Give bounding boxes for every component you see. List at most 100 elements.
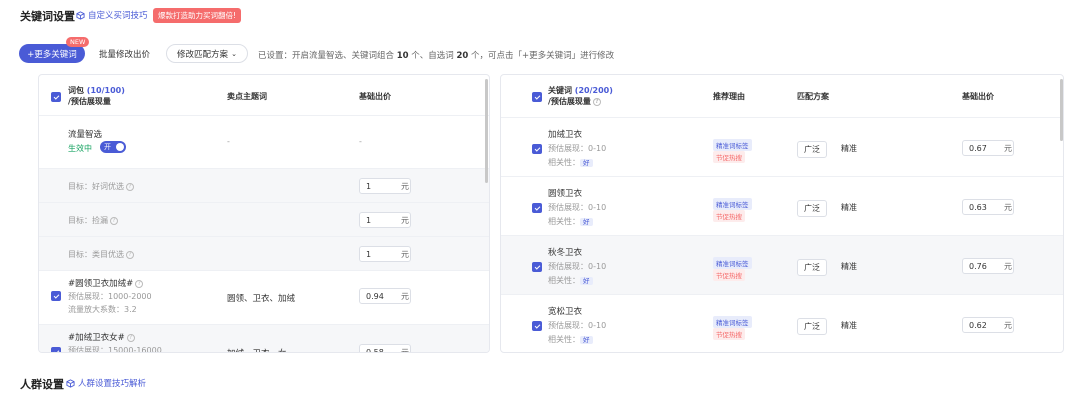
smart-toggle[interactable]: 开 (100, 141, 126, 153)
keyword-section-title: 关键词设置 (20, 10, 75, 23)
pack-theme: 圆领、卫衣、加绒 (227, 294, 296, 304)
keyword-impressions: 预估展现：0-10 (548, 262, 607, 271)
keyword-impressions: 预估展现：0-10 (548, 321, 607, 330)
pack-impressions: 预估展现：15000-16000 (68, 346, 162, 353)
cube-icon (66, 378, 75, 388)
unit-label: 元 (1004, 321, 1012, 330)
crowd-section-title: 人群设置 (20, 378, 64, 391)
match-exact-chip[interactable]: 精准 (835, 200, 863, 215)
select-all-keywords-checkbox[interactable] (532, 92, 542, 102)
batch-bid-button[interactable]: 批量修改出价 (99, 48, 150, 60)
help-icon: ? (135, 279, 144, 288)
keyword-relevance: 相关性：好 (548, 275, 593, 286)
pack-checkbox[interactable] (51, 291, 61, 301)
match-broad-chip[interactable]: 广泛 (797, 141, 827, 158)
relevance-tag: 好 (580, 218, 593, 226)
smart-price: - (359, 137, 362, 146)
target-row: 目标：类目优选? 1 元 (39, 237, 489, 271)
target-label: 目标：捡漏? (68, 215, 118, 226)
reason-tag-precise: 精准词标签 (713, 316, 752, 328)
info-mid: 个、自选词 (411, 51, 454, 61)
keyword-row: 宽松卫衣 预估展现：0-10 相关性：好 精准词标签 节促热搜 广泛 精准 0.… (501, 295, 1063, 352)
keyword-name: 加绒卫衣 (548, 130, 583, 140)
left-scrollbar[interactable] (485, 79, 488, 183)
target-row: 目标：捡漏? 1 元 (39, 203, 489, 237)
right-scrollbar[interactable] (1060, 79, 1063, 141)
keyword-tip-link[interactable]: 自定义买词技巧 (76, 9, 148, 21)
unit-label: 元 (401, 216, 409, 225)
unit-label: 元 (401, 348, 409, 353)
reason-tag-hot: 节促热搜 (713, 328, 745, 340)
reason-tag-precise: 精准词标签 (713, 139, 752, 151)
keyword-checkbox[interactable] (532, 262, 542, 272)
match-scheme-label: 修改匹配方案 (177, 49, 229, 60)
info-suffix: 个，可点击「+更多关键词」进行修改 (471, 51, 615, 61)
match-col-header: 匹配方案 (797, 92, 829, 101)
chevron-down-icon: ⌄ (231, 49, 237, 58)
info-self-count: 20 (456, 51, 469, 61)
smart-theme: - (227, 137, 230, 146)
pack-checkbox[interactable] (51, 347, 61, 352)
match-exact-chip[interactable]: 精准 (835, 259, 863, 274)
promo-badge: 爆款打造助力买词翻倍! (153, 8, 242, 23)
pack-col-header: 词包 (10/100) /预估展现量 (68, 85, 125, 107)
keyword-relevance: 相关性：好 (548, 216, 593, 227)
keyword-relevance: 相关性：好 (548, 157, 593, 168)
match-exact-chip[interactable]: 精准 (835, 141, 863, 156)
pack-impressions: 预估展现：1000-2000 (68, 292, 152, 301)
keyword-col-title: 关键词 (548, 86, 572, 95)
unit-label: 元 (1004, 144, 1012, 153)
keyword-row: 圆领卫衣 预估展现：0-10 相关性：好 精准词标签 节促热搜 广泛 精准 0.… (501, 177, 1063, 236)
match-exact-chip[interactable]: 精准 (835, 318, 863, 333)
unit-label: 元 (401, 250, 409, 259)
keyword-name: 圆领卫衣 (548, 189, 583, 199)
keyword-impressions: 预估展现：0-10 (548, 144, 607, 153)
smart-status: 生效中 (68, 144, 92, 153)
unit-label: 元 (401, 182, 409, 191)
help-icon: ? (126, 182, 134, 191)
target-label: 目标：好词优选? (68, 181, 134, 192)
crowd-tip-link[interactable]: 人群设置技巧解析 (66, 377, 146, 389)
pack-row: #加绒卫衣女#? 预估展现：15000-16000 加绒、卫衣、女 0.58 元 (39, 325, 489, 353)
match-broad-chip[interactable]: 广泛 (797, 318, 827, 335)
smart-name: 流量智选 (68, 130, 103, 140)
pack-theme: 加绒、卫衣、女 (227, 347, 287, 352)
pack-row: #圆领卫衣加绒#? 预估展现：1000-2000 流量放大系数：3.2 圆领、卫… (39, 271, 489, 325)
relevance-tag: 好 (580, 277, 593, 285)
keyword-tip-text: 自定义买词技巧 (88, 11, 148, 21)
relevance-tag: 好 (580, 159, 593, 167)
keyword-impressions: 预估展现：0-10 (548, 203, 607, 212)
match-broad-chip[interactable]: 广泛 (797, 200, 827, 217)
info-prefix: 已设置：开启流量智选、关键词组合 (258, 51, 395, 61)
pack-col-sub: /预估展现量 (68, 97, 111, 106)
select-all-packs-checkbox[interactable] (51, 92, 61, 102)
keyword-row: 秋冬卫衣 预估展现：0-10 相关性：好 精准词标签 节促热搜 广泛 精准 0.… (501, 236, 1063, 295)
theme-col-header: 卖点主题词 (227, 92, 267, 101)
keyword-checkbox[interactable] (532, 203, 542, 213)
keyword-checkbox[interactable] (532, 321, 542, 331)
bid-col-header: 基础出价 (359, 92, 391, 101)
reason-tag-precise: 精准词标签 (713, 257, 752, 269)
settings-info: 已设置：开启流量智选、关键词组合 10 个、自选词 20 个，可点击「+更多关键… (258, 49, 614, 61)
keyword-checkbox[interactable] (532, 144, 542, 154)
match-scheme-button[interactable]: 修改匹配方案 ⌄ (166, 44, 248, 63)
match-broad-chip[interactable]: 广泛 (797, 259, 827, 276)
unit-label: 元 (1004, 262, 1012, 271)
pack-name: #加绒卫衣女#? (68, 331, 135, 343)
keyword-table: 关键词 (20/200) /预估展现量? 推荐理由 匹配方案 基础出价 加绒卫衣… (500, 74, 1064, 353)
pack-col-count: (10/100) (86, 86, 125, 95)
pack-name: #圆领卫衣加绒#? (68, 277, 144, 289)
smart-traffic-row: 流量智选 生效中 开 - - (39, 115, 489, 169)
cube-icon (76, 10, 85, 20)
pack-col-title: 词包 (68, 86, 84, 95)
reason-tag-hot: 节促热搜 (713, 269, 745, 281)
info-combo-count: 10 (396, 51, 409, 61)
reason-tag-hot: 节促热搜 (713, 210, 745, 222)
reason-col-header: 推荐理由 (713, 92, 745, 101)
help-icon: ? (592, 97, 601, 106)
keyword-pack-table: 词包 (10/100) /预估展现量 卖点主题词 基础出价 流量智选 生效中 开… (38, 74, 490, 353)
keyword-name: 宽松卫衣 (548, 307, 583, 317)
keyword-row: 加绒卫衣 预估展现：0-10 相关性：好 精准词标签 节促热搜 广泛 精准 0.… (501, 117, 1063, 177)
help-icon: ? (126, 333, 135, 342)
keyword-col-sub: /预估展现量 (548, 97, 591, 106)
